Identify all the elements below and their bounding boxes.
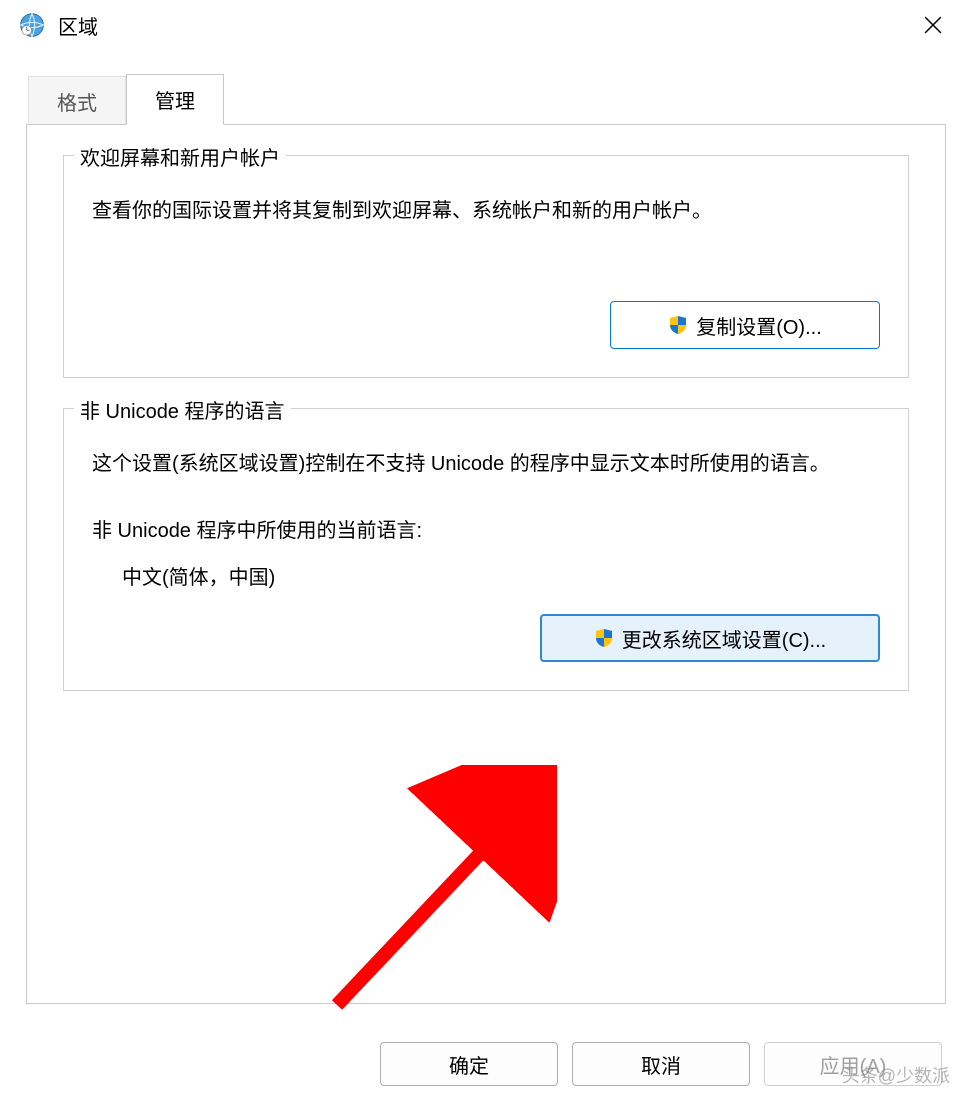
group-non-unicode: 非 Unicode 程序的语言 这个设置(系统区域设置)控制在不支持 Unico… [63,408,909,691]
dialog-content: 格式 管理 欢迎屏幕和新用户帐户 查看你的国际设置并将其复制到欢迎屏幕、系统帐户… [0,50,972,1004]
group-welcome-desc: 查看你的国际设置并将其复制到欢迎屏幕、系统帐户和新的用户帐户。 [92,194,880,229]
apply-label: 应用(A) [820,1056,887,1078]
tab-formats[interactable]: 格式 [28,76,126,124]
change-system-locale-label: 更改系统区域设置(C)... [622,624,826,653]
uac-shield-icon [594,628,614,648]
copy-settings-label: 复制设置(O)... [696,311,822,340]
current-locale-value: 中文(简体，中国) [122,561,880,590]
ok-label: 确定 [449,1056,489,1078]
title-bar: 区域 [0,0,972,50]
window-title: 区域 [58,11,98,40]
cancel-button[interactable]: 取消 [572,1042,750,1086]
group-non-unicode-desc: 这个设置(系统区域设置)控制在不支持 Unicode 的程序中显示文本时所使用的… [92,447,880,482]
tab-admin[interactable]: 管理 [126,74,224,125]
uac-shield-icon [668,315,688,335]
ok-button[interactable]: 确定 [380,1042,558,1086]
annotation-arrow-icon [297,765,557,1025]
apply-button[interactable]: 应用(A) [764,1042,942,1086]
cancel-label: 取消 [641,1056,681,1078]
copy-settings-button[interactable]: 复制设置(O)... [610,301,880,349]
group-non-unicode-legend: 非 Unicode 程序的语言 [74,395,291,424]
tab-admin-label: 管理 [155,91,195,113]
tab-strip: 格式 管理 [28,74,946,124]
change-system-locale-button[interactable]: 更改系统区域设置(C)... [540,614,880,662]
close-button[interactable] [908,0,958,50]
current-locale-label: 非 Unicode 程序中所使用的当前语言: [92,514,880,543]
dialog-button-row: 确定 取消 应用(A) [380,1042,942,1086]
tab-formats-label: 格式 [57,93,97,115]
group-welcome-screen: 欢迎屏幕和新用户帐户 查看你的国际设置并将其复制到欢迎屏幕、系统帐户和新的用户帐… [63,155,909,378]
region-globe-icon [18,11,46,39]
group-welcome-legend: 欢迎屏幕和新用户帐户 [74,142,286,171]
tab-panel-admin: 欢迎屏幕和新用户帐户 查看你的国际设置并将其复制到欢迎屏幕、系统帐户和新的用户帐… [26,124,946,1004]
